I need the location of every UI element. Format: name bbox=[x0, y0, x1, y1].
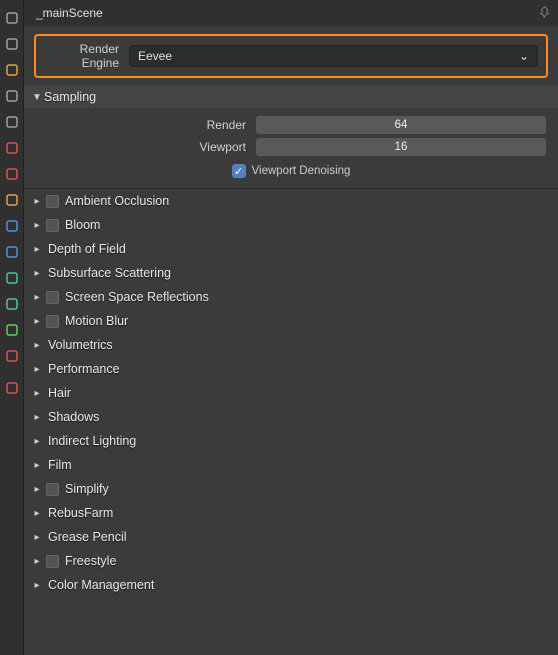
panel-enable-checkbox[interactable] bbox=[46, 195, 59, 208]
effects-icon[interactable] bbox=[0, 240, 24, 264]
disclosure-triangle-icon: ▸ bbox=[30, 220, 44, 231]
panel-enable-checkbox[interactable] bbox=[46, 291, 59, 304]
viewport-denoising-label: Viewport Denoising bbox=[252, 165, 351, 177]
panel-volumetrics[interactable]: ▸ Volumetrics bbox=[24, 333, 558, 357]
red-icon[interactable] bbox=[0, 344, 24, 368]
panel-list: ▸Ambient Occlusion▸Bloom▸Depth of Field▸… bbox=[24, 189, 558, 597]
sphere-icon[interactable] bbox=[0, 136, 24, 160]
panel-label: Depth of Field bbox=[48, 242, 126, 256]
grid-icon[interactable] bbox=[0, 188, 24, 212]
disclosure-triangle-icon: ▸ bbox=[30, 364, 44, 375]
panel-color-management[interactable]: ▸ Color Management bbox=[24, 573, 558, 597]
panel-enable-checkbox[interactable] bbox=[46, 483, 59, 496]
panel-simplify[interactable]: ▸ Simplify bbox=[24, 477, 558, 501]
scene-name[interactable]: _mainScene bbox=[36, 6, 103, 20]
panel-label: Color Management bbox=[48, 578, 154, 592]
green-icon[interactable] bbox=[0, 318, 24, 342]
panel-shadows[interactable]: ▸ Shadows bbox=[24, 405, 558, 429]
panel-enable-checkbox[interactable] bbox=[46, 219, 59, 232]
disclosure-triangle-icon: ▸ bbox=[30, 388, 44, 399]
vertical-toolbar bbox=[0, 0, 24, 655]
render-samples-label: Render bbox=[36, 118, 256, 132]
disclosure-triangle-icon: ▸ bbox=[30, 196, 44, 207]
disclosure-triangle-icon: ▸ bbox=[30, 340, 44, 351]
panel-label: Hair bbox=[48, 386, 71, 400]
panel-label: Simplify bbox=[65, 482, 109, 496]
panel-label: Motion Blur bbox=[65, 314, 128, 328]
panel-subsurface-scattering[interactable]: ▸ Subsurface Scattering bbox=[24, 261, 558, 285]
viewport-samples-row: Viewport 16 bbox=[36, 138, 546, 156]
panel-bloom[interactable]: ▸ Bloom bbox=[24, 213, 558, 237]
disclosure-triangle-icon: ▸ bbox=[30, 532, 44, 543]
material-icon[interactable] bbox=[0, 376, 24, 400]
panel-indirect-lighting[interactable]: ▸ Indirect Lighting bbox=[24, 429, 558, 453]
panel-label: Film bbox=[48, 458, 72, 472]
panel-motion-blur[interactable]: ▸ Motion Blur bbox=[24, 309, 558, 333]
panel-freestyle[interactable]: ▸ Freestyle bbox=[24, 549, 558, 573]
panel-screen-space-reflections[interactable]: ▸ Screen Space Reflections bbox=[24, 285, 558, 309]
display-icon[interactable] bbox=[0, 6, 24, 30]
world-icon[interactable] bbox=[0, 162, 24, 186]
panel-performance[interactable]: ▸ Performance bbox=[24, 357, 558, 381]
disclosure-triangle-icon: ▸ bbox=[30, 556, 44, 567]
disclosure-triangle-icon: ▸ bbox=[30, 484, 44, 495]
donut-icon[interactable] bbox=[0, 266, 24, 290]
render-engine-label: Render Engine bbox=[44, 42, 119, 70]
viewport-samples-label: Viewport bbox=[36, 140, 256, 154]
properties-panel: _mainScene Render Engine Eevee ⌄ ▼ Sampl… bbox=[24, 0, 558, 655]
disclosure-triangle-icon: ▸ bbox=[30, 292, 44, 303]
panel-ambient-occlusion[interactable]: ▸ Ambient Occlusion bbox=[24, 189, 558, 213]
viewport-denoising-checkbox[interactable]: ✓ bbox=[232, 164, 246, 178]
panel-film[interactable]: ▸ Film bbox=[24, 453, 558, 477]
render-engine-value: Eevee bbox=[138, 49, 172, 63]
sampling-body: Render 64 Viewport 16 ✓ Viewport Denoisi… bbox=[24, 108, 558, 189]
overlay-icon[interactable] bbox=[0, 292, 24, 316]
disclosure-triangle-icon: ▸ bbox=[30, 244, 44, 255]
sampling-title: Sampling bbox=[44, 90, 96, 104]
render-engine-row: Render Engine Eevee ⌄ bbox=[24, 26, 558, 86]
panel-label: Performance bbox=[48, 362, 120, 376]
render-engine-highlight: Render Engine Eevee ⌄ bbox=[34, 34, 548, 78]
panel-label: Volumetrics bbox=[48, 338, 113, 352]
viewport-samples-input[interactable]: 16 bbox=[256, 138, 546, 156]
panel-header: _mainScene bbox=[24, 0, 558, 26]
panel-label: Screen Space Reflections bbox=[65, 290, 209, 304]
panel-rebusfarm[interactable]: ▸ RebusFarm bbox=[24, 501, 558, 525]
wrench-icon[interactable] bbox=[0, 214, 24, 238]
layers-icon[interactable] bbox=[0, 84, 24, 108]
render-samples-row: Render 64 bbox=[36, 116, 546, 134]
render-samples-input[interactable]: 64 bbox=[256, 116, 546, 134]
chevron-down-icon: ⌄ bbox=[519, 49, 529, 63]
disclosure-triangle-icon: ▸ bbox=[30, 508, 44, 519]
panel-grease-pencil[interactable]: ▸ Grease Pencil bbox=[24, 525, 558, 549]
panel-label: Ambient Occlusion bbox=[65, 194, 169, 208]
cube-icon[interactable] bbox=[0, 58, 24, 82]
disclosure-triangle-icon: ▸ bbox=[30, 316, 44, 327]
pin-icon[interactable] bbox=[538, 5, 552, 22]
panel-label: Subsurface Scattering bbox=[48, 266, 171, 280]
disclosure-triangle-icon: ▸ bbox=[30, 460, 44, 471]
render-engine-dropdown[interactable]: Eevee ⌄ bbox=[129, 45, 538, 67]
disclosure-triangle-icon: ▸ bbox=[30, 436, 44, 447]
disclosure-triangle-icon: ▸ bbox=[30, 580, 44, 591]
sampling-header[interactable]: ▼ Sampling bbox=[24, 86, 558, 108]
panel-label: Freestyle bbox=[65, 554, 116, 568]
tool-icon[interactable] bbox=[0, 32, 24, 56]
panel-enable-checkbox[interactable] bbox=[46, 315, 59, 328]
viewport-denoising-row: ✓ Viewport Denoising bbox=[36, 164, 546, 178]
page-icon[interactable] bbox=[0, 110, 24, 134]
panel-hair[interactable]: ▸ Hair bbox=[24, 381, 558, 405]
disclosure-triangle-icon: ▸ bbox=[30, 268, 44, 279]
panel-label: Indirect Lighting bbox=[48, 434, 136, 448]
panel-label: Shadows bbox=[48, 410, 99, 424]
panel-label: RebusFarm bbox=[48, 506, 113, 520]
panel-label: Grease Pencil bbox=[48, 530, 127, 544]
panel-enable-checkbox[interactable] bbox=[46, 555, 59, 568]
disclosure-triangle-icon: ▸ bbox=[30, 412, 44, 423]
panel-depth-of-field[interactable]: ▸ Depth of Field bbox=[24, 237, 558, 261]
panel-label: Bloom bbox=[65, 218, 100, 232]
disclosure-triangle-icon: ▼ bbox=[30, 92, 44, 103]
